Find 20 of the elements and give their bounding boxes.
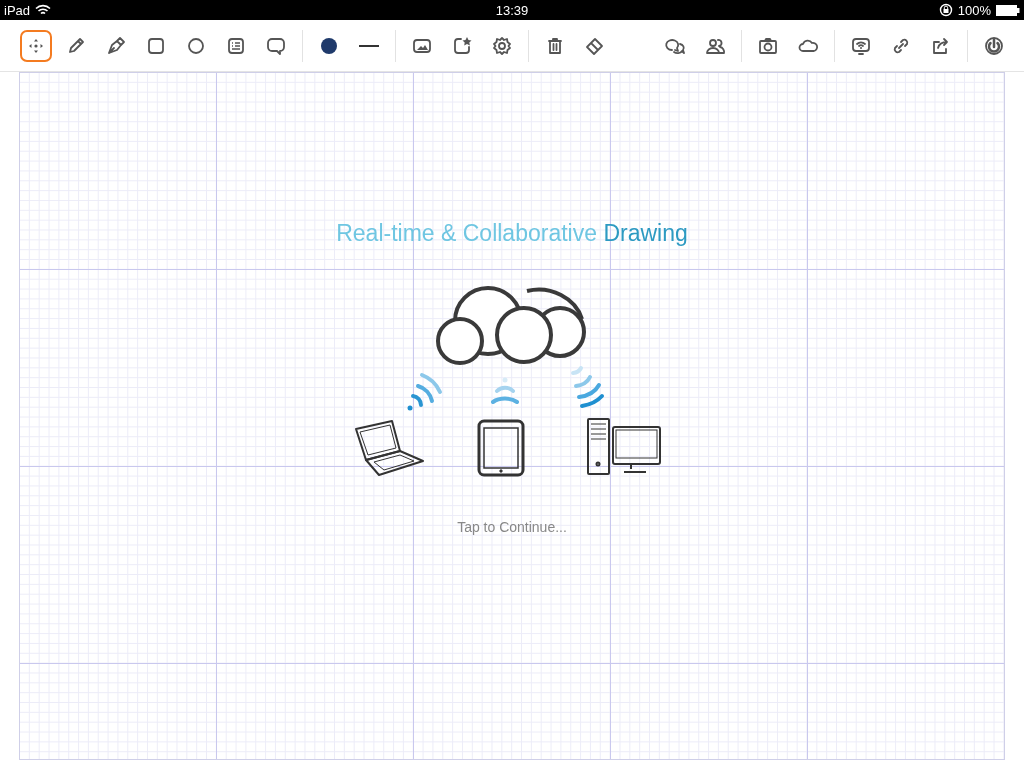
line-width-icon bbox=[358, 44, 380, 47]
wifi-signal-icon bbox=[35, 4, 52, 16]
battery-icon bbox=[996, 4, 1020, 16]
move-button[interactable] bbox=[20, 29, 52, 62]
rotation-lock-icon bbox=[938, 3, 953, 17]
tablet-icon bbox=[477, 419, 525, 477]
laptop-icon bbox=[355, 420, 424, 476]
device-name: iPad bbox=[4, 2, 31, 18]
clock-time: 13:39 bbox=[495, 2, 529, 18]
wifi-signal-icon bbox=[491, 377, 519, 404]
headline: Real-time & Collaborative Drawing bbox=[336, 220, 688, 247]
battery-percentage: 100% bbox=[957, 2, 991, 18]
wifi-signal-icon bbox=[571, 366, 604, 408]
settings-icon bbox=[491, 34, 513, 57]
power-icon bbox=[983, 34, 1005, 57]
pen-nib-icon bbox=[105, 34, 127, 57]
cloud-icon bbox=[436, 286, 586, 365]
desktop-computer-icon bbox=[587, 418, 661, 475]
wifi-signal-icon bbox=[407, 373, 442, 411]
continue-hint: Tap to Continue... bbox=[457, 519, 567, 535]
